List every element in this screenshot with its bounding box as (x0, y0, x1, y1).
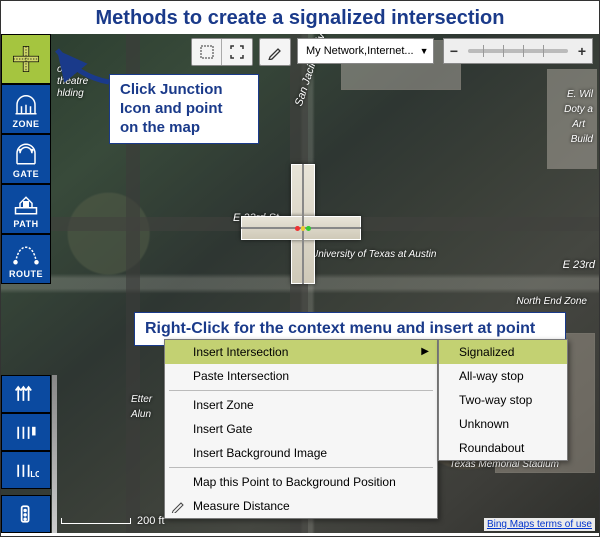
map-label: E. Wil (567, 89, 593, 100)
map-label: Doty a (564, 104, 593, 115)
tool-junction[interactable] (1, 34, 51, 84)
tool-lanes-a[interactable] (1, 375, 51, 413)
menu-insert-gate[interactable]: Insert Gate (165, 417, 437, 441)
menu-insert-zone[interactable]: Insert Zone (165, 393, 437, 417)
menu-insert-intersection[interactable]: Insert Intersection ▶ (165, 340, 437, 364)
select-mode-group (191, 38, 253, 66)
map-label: North End Zone (516, 296, 587, 307)
pencil-icon (171, 499, 185, 513)
submenu-signalized[interactable]: Signalized (439, 340, 567, 364)
page-title: Methods to create a signalized intersect… (1, 1, 599, 34)
network-select-label: My Network,Internet... (306, 45, 414, 57)
tool-route[interactable]: ROUTE (1, 234, 51, 284)
zoom-slider[interactable]: − + (443, 38, 593, 64)
svg-text:LOS: LOS (30, 470, 39, 479)
network-select[interactable]: My Network,Internet... ▼ (297, 38, 434, 64)
tool-label: ROUTE (9, 269, 43, 279)
zoom-in-button[interactable]: + (572, 43, 592, 59)
tool-zone[interactable]: ZONE (1, 84, 51, 134)
callout-click-junction: Click Junction Icon and point on the map (109, 74, 259, 144)
zoom-track[interactable] (468, 49, 568, 53)
map-label: Art (572, 119, 585, 130)
tool-signal-config[interactable] (1, 495, 51, 533)
tool-sidebar: ZONE GATE PATH ROUTE (1, 34, 51, 533)
tool-los[interactable]: LOS (1, 451, 51, 489)
chevron-down-icon: ▼ (420, 46, 429, 56)
select-rect-button[interactable] (192, 39, 222, 65)
menu-insert-bg-image[interactable]: Insert Background Image (165, 441, 437, 465)
junction-overlay (241, 164, 361, 284)
tool-label: PATH (13, 219, 38, 229)
scale-bar: 200 ft (61, 515, 165, 527)
submenu-twoway-stop[interactable]: Two-way stop (439, 388, 567, 412)
submenu-roundabout[interactable]: Roundabout (439, 436, 567, 460)
menu-measure-distance[interactable]: Measure Distance (165, 494, 437, 518)
submenu-unknown[interactable]: Unknown (439, 412, 567, 436)
context-menu: Insert Intersection ▶ Paste Intersection… (164, 339, 438, 519)
tool-gate[interactable]: GATE (1, 134, 51, 184)
menu-map-point-bg[interactable]: Map this Point to Background Position (165, 470, 437, 494)
submenu-allway-stop[interactable]: All-way stop (439, 364, 567, 388)
road-label: E 23rd (563, 259, 595, 271)
map-label: Alun (131, 409, 151, 420)
map-label: Etter (131, 394, 152, 405)
tool-path[interactable]: PATH (1, 184, 51, 234)
tool-label: ZONE (12, 119, 39, 129)
edit-pencil-button[interactable] (260, 39, 290, 65)
map-label: Build (571, 134, 593, 145)
submenu-arrow-icon: ▶ (421, 346, 429, 357)
tool-label: GATE (13, 169, 39, 179)
tool-lanes-b[interactable] (1, 413, 51, 451)
zoom-out-button[interactable]: − (444, 43, 464, 59)
traffic-signal-icon (295, 220, 311, 236)
terms-link[interactable]: Bing Maps terms of use (484, 518, 595, 531)
context-submenu: Signalized All-way stop Two-way stop Unk… (438, 339, 568, 461)
menu-paste-intersection[interactable]: Paste Intersection (165, 364, 437, 388)
fit-extent-button[interactable] (222, 39, 252, 65)
